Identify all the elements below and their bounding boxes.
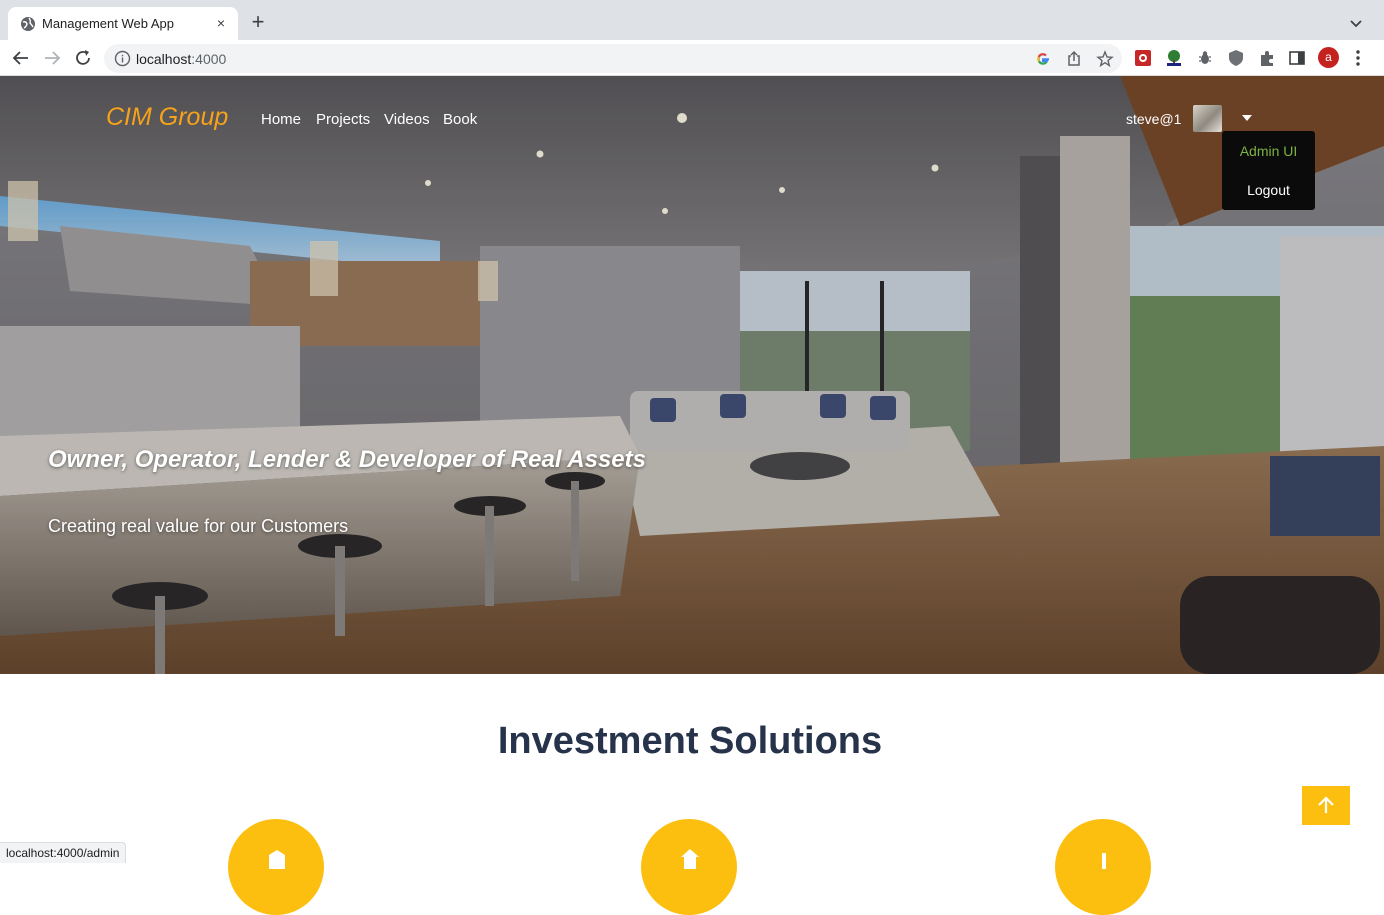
solution-chart-circle [1055, 819, 1151, 915]
link-status-bar: localhost:4000/admin [0, 842, 127, 863]
hero-subtitle: Creating real value for our Customers [48, 516, 349, 536]
bookmark-star-icon[interactable] [1096, 50, 1114, 68]
bug-icon[interactable] [1196, 49, 1214, 67]
side-panel-icon[interactable] [1288, 49, 1306, 67]
url-host: localhost [136, 51, 192, 67]
section-title: Investment Solutions [497, 720, 883, 762]
hero-section: CIM Group Home Projects Videos Book stev… [0, 76, 1384, 674]
info-icon[interactable] [114, 50, 131, 67]
profile-avatar[interactable]: a [1318, 47, 1339, 68]
tab-title: Management Web App [42, 16, 175, 31]
extensions-puzzle-icon[interactable] [1258, 49, 1276, 67]
forward-arrow-icon[interactable] [40, 46, 64, 70]
extension-shield-icon[interactable] [1227, 49, 1245, 67]
reload-icon[interactable] [71, 46, 95, 70]
google-icon[interactable] [1034, 50, 1052, 68]
arrow-up-icon [1318, 796, 1334, 813]
user-dropdown-menu: Admin UI Logout [1222, 131, 1315, 210]
url-port: :4000 [191, 51, 227, 67]
menu-item-admin-ui[interactable]: Admin UI [1222, 143, 1315, 159]
extension-red-icon[interactable] [1134, 49, 1152, 67]
address-bar[interactable]: localhost:4000 [104, 44, 1122, 73]
share-icon[interactable] [1065, 50, 1083, 68]
solution-home-circle [641, 819, 737, 915]
browser-tabstrip: Management Web App × + [0, 0, 1384, 40]
home-icon [681, 849, 699, 869]
browser-toolbar: localhost:4000 a [0, 40, 1384, 76]
hero-background-image [0, 76, 1384, 674]
nav-home-link[interactable]: Home [261, 111, 301, 128]
chart-icon [1102, 853, 1106, 869]
tab-close-button[interactable]: × [213, 15, 229, 31]
extension-tree-icon[interactable] [1165, 49, 1183, 67]
new-tab-button[interactable]: + [248, 11, 268, 33]
user-menu-caret-icon[interactable] [1242, 115, 1252, 121]
browser-tab[interactable]: Management Web App × [8, 7, 238, 40]
globe-icon [21, 17, 35, 31]
menu-item-logout[interactable]: Logout [1222, 182, 1315, 198]
brand-logo[interactable]: CIM Group [106, 103, 228, 132]
building-icon [269, 850, 285, 869]
user-avatar[interactable] [1193, 105, 1222, 132]
more-menu-icon[interactable] [1352, 48, 1364, 68]
solution-building-circle [228, 819, 324, 915]
back-arrow-icon[interactable] [9, 46, 33, 70]
tab-search-chevron-icon[interactable] [1346, 13, 1366, 33]
hero-title: Owner, Operator, Lender & Developer of R… [48, 446, 646, 473]
scroll-to-top-button[interactable] [1302, 786, 1350, 825]
url-text[interactable]: localhost:4000 [136, 51, 226, 67]
nav-book-link[interactable]: Book [443, 111, 477, 128]
nav-videos-link[interactable]: Videos [384, 111, 430, 128]
user-name[interactable]: steve@1 [1126, 111, 1181, 127]
nav-projects-link[interactable]: Projects [316, 111, 370, 128]
